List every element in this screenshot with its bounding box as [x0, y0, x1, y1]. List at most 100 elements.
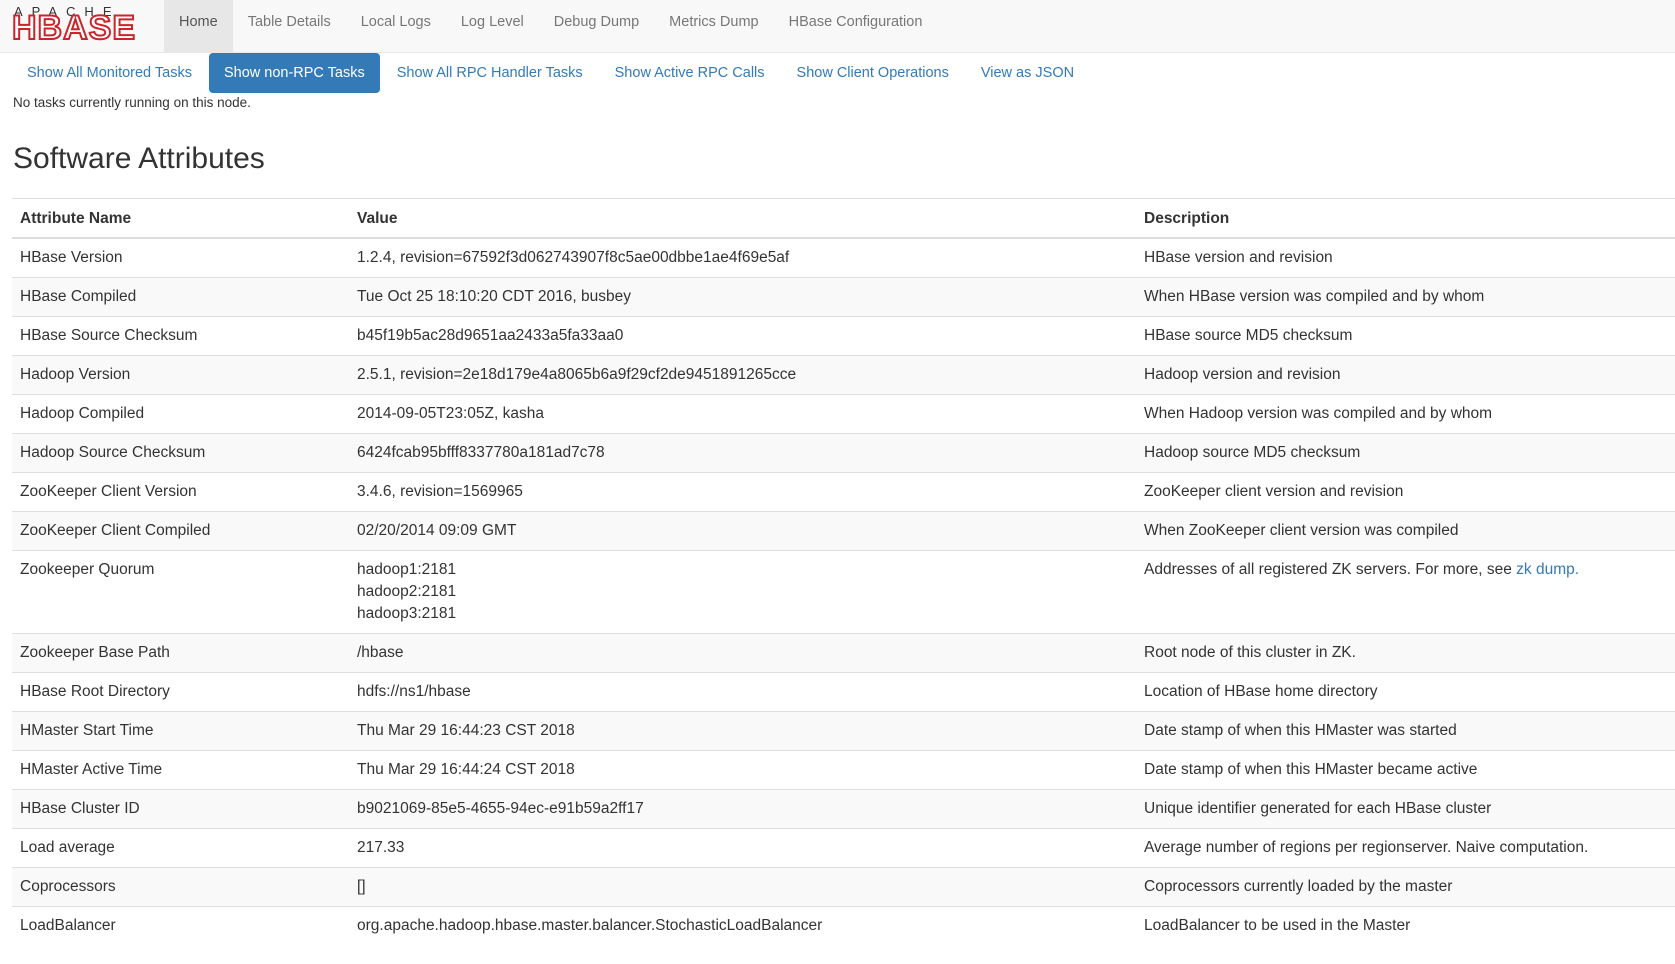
tab-show-all-rpc-handler-tasks[interactable]: Show All RPC Handler Tasks	[382, 53, 598, 93]
table-row: Hadoop Compiled 2014-09-05T23:05Z, kasha W…	[12, 393, 1675, 433]
description-text: Date stamp of when this HMaster became a…	[1144, 760, 1478, 778]
value-line: 1.2.4, revision=67592f3d062743907f8c5ae0…	[357, 248, 790, 266]
value-line: b9021069-85e5-4655-94ec-e91b59a2ff17	[357, 799, 644, 817]
value-line: hdfs://ns1/hbase	[357, 682, 471, 700]
header-attribute-name: Attribute Name	[12, 198, 349, 239]
table-row: HBase Source Checksum b45f19b5ac28d9651aa…	[12, 315, 1675, 355]
attribute-value-cell: 02/20/2014 09:09 GMT	[349, 510, 1136, 550]
header-description: Description	[1136, 198, 1675, 239]
nav-item-home[interactable]: Home	[164, 0, 233, 53]
attribute-description-cell: LoadBalancer to be used in the Master	[1136, 905, 1675, 945]
description-text: Addresses of all registered ZK servers. …	[1144, 560, 1517, 578]
description-text: Coprocessors currently loaded by the mas…	[1144, 877, 1453, 895]
table-row: ZooKeeper Client Version 3.4.6, revision=…	[12, 471, 1675, 511]
value-line: hadoop3:2181	[357, 604, 457, 622]
zk-dump-link[interactable]: zk dump.	[1516, 561, 1579, 578]
attribute-description-cell: Location of HBase home directory	[1136, 671, 1675, 711]
description-text: When Hadoop version was compiled and by …	[1144, 404, 1493, 422]
attribute-name-cell: LoadBalancer	[12, 905, 349, 945]
value-line: 3.4.6, revision=1569965	[357, 482, 523, 500]
attribute-name-cell: Hadoop Compiled	[12, 393, 349, 433]
attribute-value-cell: b9021069-85e5-4655-94ec-e91b59a2ff17	[349, 788, 1136, 828]
attribute-name-cell: HBase Cluster ID	[12, 788, 349, 828]
value-line: Tue Oct 25 18:10:20 CDT 2016, busbey	[357, 287, 632, 305]
attribute-description-cell: When Hadoop version was compiled and by …	[1136, 393, 1675, 433]
attribute-description-cell: Hadoop source MD5 checksum	[1136, 432, 1675, 472]
attribute-description-cell: Average number of regions per regionserv…	[1136, 827, 1675, 867]
value-line: 2014-09-05T23:05Z, kasha	[357, 404, 544, 422]
task-filter-tabs: Show All Monitored Tasks Show non-RPC Tas…	[12, 53, 1091, 93]
table-header-row: Attribute Name Value Description	[12, 198, 1675, 239]
description-text: Unique identifier generated for each HBa…	[1144, 799, 1492, 817]
header-value: Value	[349, 198, 1136, 239]
attribute-name-cell: ZooKeeper Client Version	[12, 471, 349, 511]
attribute-name-cell: Coprocessors	[12, 866, 349, 906]
no-tasks-message: No tasks currently running on this node.	[13, 95, 251, 110]
logo-hbase-text: HBASE	[11, 8, 137, 48]
value-line: 02/20/2014 09:09 GMT	[357, 521, 517, 539]
description-text: Root node of this cluster in ZK.	[1144, 643, 1356, 661]
attribute-name-cell: Zookeeper Quorum	[12, 549, 349, 633]
tab-show-all-monitored-tasks[interactable]: Show All Monitored Tasks	[12, 53, 207, 93]
attribute-description-cell: HBase version and revision	[1136, 237, 1675, 277]
description-text: HBase version and revision	[1144, 248, 1333, 266]
attribute-value-cell: org.apache.hadoop.hbase.master.balancer.…	[349, 905, 1136, 945]
table-row: Hadoop Version 2.5.1, revision=2e18d179e4…	[12, 354, 1675, 394]
attribute-value-cell: 3.4.6, revision=1569965	[349, 471, 1136, 511]
nav-item-metrics-dump[interactable]: Metrics Dump	[654, 0, 773, 53]
attribute-value-cell: Tue Oct 25 18:10:20 CDT 2016, busbey	[349, 276, 1136, 316]
table-row: HBase Version 1.2.4, revision=67592f3d062…	[12, 237, 1675, 277]
main-nav: Home Table Details Local Logs Log Level Debu…	[164, 0, 937, 53]
attribute-name-cell: HMaster Start Time	[12, 710, 349, 750]
attribute-description-cell: ZooKeeper client version and revision	[1136, 471, 1675, 511]
value-line: hadoop1:2181	[357, 560, 457, 578]
attribute-value-cell: Thu Mar 29 16:44:24 CST 2018	[349, 749, 1136, 789]
table-row: LoadBalancer org.apache.hadoop.hbase.mast…	[12, 905, 1675, 945]
value-line: 2.5.1, revision=2e18d179e4a8065b6a9f29cf…	[357, 365, 797, 383]
attribute-value-cell: []	[349, 866, 1136, 906]
attribute-name-cell: Load average	[12, 827, 349, 867]
attribute-value-cell: 2014-09-05T23:05Z, kasha	[349, 393, 1136, 433]
table-row: ZooKeeper Client Compiled 02/20/2014 09:0…	[12, 510, 1675, 550]
nav-item-table-details[interactable]: Table Details	[233, 0, 346, 53]
attribute-name-cell: HBase Source Checksum	[12, 315, 349, 355]
table-row: HBase Root Directory hdfs://ns1/hbase Loca…	[12, 671, 1675, 711]
attribute-description-cell: Date stamp of when this HMaster was star…	[1136, 710, 1675, 750]
description-text: Hadoop version and revision	[1144, 365, 1341, 383]
attribute-name-cell: Hadoop Version	[12, 354, 349, 394]
nav-item-log-level[interactable]: Log Level	[446, 0, 539, 53]
attribute-name-cell: ZooKeeper Client Compiled	[12, 510, 349, 550]
hbase-logo[interactable]: APACHE HBASE	[11, 4, 150, 48]
attribute-value-cell: 1.2.4, revision=67592f3d062743907f8c5ae0…	[349, 237, 1136, 277]
table-row: Coprocessors [] Coprocessors currently loa…	[12, 866, 1675, 906]
description-text: Location of HBase home directory	[1144, 682, 1378, 700]
table-row: Zookeeper Quorum hadoop1:2181 hadoop2:2181…	[12, 549, 1675, 633]
nav-item-hbase-configuration[interactable]: HBase Configuration	[774, 0, 938, 53]
value-line: 217.33	[357, 838, 405, 856]
table-row: Load average 217.33 Average number of regi…	[12, 827, 1675, 867]
tab-show-non-rpc-tasks[interactable]: Show non-RPC Tasks	[208, 53, 380, 93]
attribute-description-cell: Root node of this cluster in ZK.	[1136, 632, 1675, 672]
attribute-value-cell: 2.5.1, revision=2e18d179e4a8065b6a9f29cf…	[349, 354, 1136, 394]
attribute-description-cell: Addresses of all registered ZK servers. …	[1136, 549, 1675, 633]
table-row: Zookeeper Base Path/hbase Root node of th…	[12, 632, 1675, 672]
software-attributes-heading: Software Attributes	[13, 142, 265, 175]
description-text: Hadoop source MD5 checksum	[1144, 443, 1361, 461]
tab-view-as-json[interactable]: View as JSON	[966, 53, 1089, 93]
tab-show-client-operations[interactable]: Show Client Operations	[782, 53, 964, 93]
value-line: 6424fcab95bfff8337780a181ad7c78	[357, 443, 605, 461]
value-line: /hbase	[357, 643, 404, 661]
attribute-description-cell: Date stamp of when this HMaster became a…	[1136, 749, 1675, 789]
nav-item-local-logs[interactable]: Local Logs	[346, 0, 446, 53]
nav-item-debug-dump[interactable]: Debug Dump	[539, 0, 654, 53]
attribute-name-cell: Hadoop Source Checksum	[12, 432, 349, 472]
table-row: HMaster Active Time Thu Mar 29 16:44:24 C…	[12, 749, 1675, 789]
attribute-value-cell: 217.33	[349, 827, 1136, 867]
table-row: HBase Cluster ID b9021069-85e5-4655-94ec-…	[12, 788, 1675, 828]
attribute-value-cell: 6424fcab95bfff8337780a181ad7c78	[349, 432, 1136, 472]
tab-show-active-rpc-calls[interactable]: Show Active RPC Calls	[600, 53, 780, 93]
attribute-value-cell: hdfs://ns1/hbase	[349, 671, 1136, 711]
value-line: Thu Mar 29 16:44:24 CST 2018	[357, 760, 575, 778]
attribute-description-cell: Unique identifier generated for each HBa…	[1136, 788, 1675, 828]
top-navbar: APACHE HBASE Home Table Details Local Logs…	[0, 0, 1675, 53]
